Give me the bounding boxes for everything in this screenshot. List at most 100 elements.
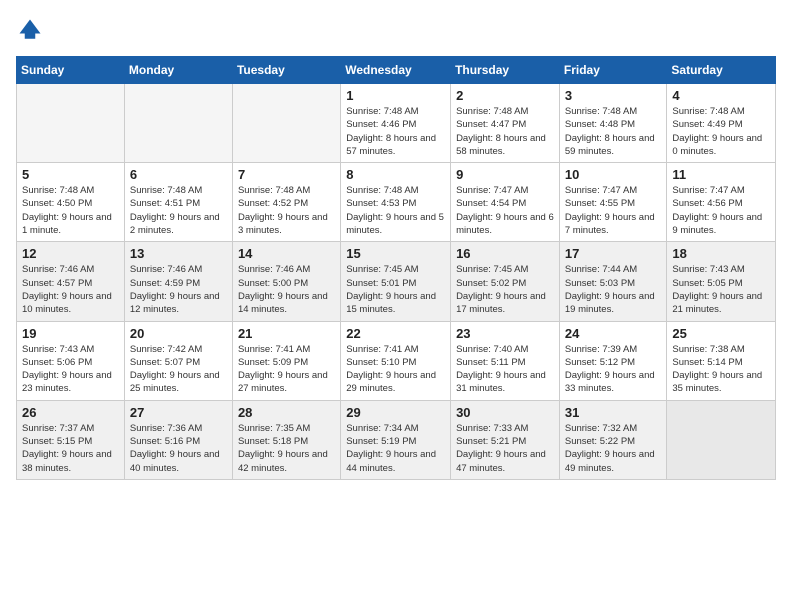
day-cell: 25 Sunrise: 7:38 AM Sunset: 5:14 PM Dayli… (667, 321, 776, 400)
day-number: 25 (672, 326, 770, 341)
day-number: 17 (565, 246, 662, 261)
day-number: 4 (672, 88, 770, 103)
weekday-header-tuesday: Tuesday (232, 57, 340, 84)
day-number: 28 (238, 405, 335, 420)
day-info: Sunrise: 7:39 AM Sunset: 5:12 PM Dayligh… (565, 343, 662, 396)
day-info: Sunrise: 7:46 AM Sunset: 5:00 PM Dayligh… (238, 263, 335, 316)
day-cell: 31 Sunrise: 7:32 AM Sunset: 5:22 PM Dayli… (559, 400, 667, 479)
weekday-header-sunday: Sunday (17, 57, 125, 84)
day-cell: 8 Sunrise: 7:48 AM Sunset: 4:53 PM Daylig… (341, 163, 451, 242)
day-number: 26 (22, 405, 119, 420)
day-cell: 21 Sunrise: 7:41 AM Sunset: 5:09 PM Dayli… (232, 321, 340, 400)
day-cell: 19 Sunrise: 7:43 AM Sunset: 5:06 PM Dayli… (17, 321, 125, 400)
day-cell: 15 Sunrise: 7:45 AM Sunset: 5:01 PM Dayli… (341, 242, 451, 321)
day-cell: 18Sunrise: 7:43 AM Sunset: 5:05 PM Dayli… (667, 242, 776, 321)
weekday-header-wednesday: Wednesday (341, 57, 451, 84)
day-number: 10 (565, 167, 662, 182)
day-number: 14 (238, 246, 335, 261)
weekday-header-row: SundayMondayTuesdayWednesdayThursdayFrid… (17, 57, 776, 84)
day-cell: 27Sunrise: 7:36 AM Sunset: 5:16 PM Dayli… (124, 400, 232, 479)
day-cell: 12Sunrise: 7:46 AM Sunset: 4:57 PM Dayli… (17, 242, 125, 321)
day-cell: 2 Sunrise: 7:48 AM Sunset: 4:47 PM Daylig… (451, 84, 560, 163)
day-number: 29 (346, 405, 445, 420)
day-cell: 29 Sunrise: 7:34 AM Sunset: 5:19 PM Dayli… (341, 400, 451, 479)
day-info: Sunrise: 7:36 AM Sunset: 5:16 PM Dayligh… (130, 422, 227, 475)
day-number: 16 (456, 246, 554, 261)
day-number: 9 (456, 167, 554, 182)
day-info: Sunrise: 7:45 AM Sunset: 5:02 PM Dayligh… (456, 263, 554, 316)
day-number: 2 (456, 88, 554, 103)
day-info: Sunrise: 7:46 AM Sunset: 4:57 PM Dayligh… (22, 263, 119, 316)
day-number: 19 (22, 326, 119, 341)
day-cell: 14 Sunrise: 7:46 AM Sunset: 5:00 PM Dayli… (232, 242, 340, 321)
day-number: 30 (456, 405, 554, 420)
day-info: Sunrise: 7:38 AM Sunset: 5:14 PM Dayligh… (672, 343, 770, 396)
day-cell: 5 Sunrise: 7:48 AM Sunset: 4:50 PM Daylig… (17, 163, 125, 242)
day-number: 8 (346, 167, 445, 182)
day-info: Sunrise: 7:48 AM Sunset: 4:47 PM Dayligh… (456, 105, 554, 158)
day-info: Sunrise: 7:47 AM Sunset: 4:54 PM Dayligh… (456, 184, 554, 237)
day-info: Sunrise: 7:48 AM Sunset: 4:52 PM Dayligh… (238, 184, 335, 237)
day-number: 23 (456, 326, 554, 341)
day-cell (17, 84, 125, 163)
day-info: Sunrise: 7:41 AM Sunset: 5:09 PM Dayligh… (238, 343, 335, 396)
week-row-4: 26 Sunrise: 7:37 AM Sunset: 5:15 PM Dayli… (17, 400, 776, 479)
week-row-1: 5 Sunrise: 7:48 AM Sunset: 4:50 PM Daylig… (17, 163, 776, 242)
day-cell: 7 Sunrise: 7:48 AM Sunset: 4:52 PM Daylig… (232, 163, 340, 242)
day-cell (232, 84, 340, 163)
day-info: Sunrise: 7:44 AM Sunset: 5:03 PM Dayligh… (565, 263, 662, 316)
day-info: Sunrise: 7:41 AM Sunset: 5:10 PM Dayligh… (346, 343, 445, 396)
day-number: 1 (346, 88, 445, 103)
day-cell (124, 84, 232, 163)
week-row-0: 1 Sunrise: 7:48 AM Sunset: 4:46 PM Daylig… (17, 84, 776, 163)
day-info: Sunrise: 7:48 AM Sunset: 4:50 PM Dayligh… (22, 184, 119, 237)
day-number: 31 (565, 405, 662, 420)
weekday-header-saturday: Saturday (667, 57, 776, 84)
weekday-header-friday: Friday (559, 57, 667, 84)
day-info: Sunrise: 7:34 AM Sunset: 5:19 PM Dayligh… (346, 422, 445, 475)
logo-icon (16, 16, 44, 44)
week-row-2: 12Sunrise: 7:46 AM Sunset: 4:57 PM Dayli… (17, 242, 776, 321)
day-info: Sunrise: 7:43 AM Sunset: 5:05 PM Dayligh… (672, 263, 770, 316)
day-cell: 11Sunrise: 7:47 AM Sunset: 4:56 PM Dayli… (667, 163, 776, 242)
day-number: 15 (346, 246, 445, 261)
day-cell: 24Sunrise: 7:39 AM Sunset: 5:12 PM Dayli… (559, 321, 667, 400)
day-cell: 3 Sunrise: 7:48 AM Sunset: 4:48 PM Daylig… (559, 84, 667, 163)
day-number: 7 (238, 167, 335, 182)
day-info: Sunrise: 7:43 AM Sunset: 5:06 PM Dayligh… (22, 343, 119, 396)
day-cell: 1 Sunrise: 7:48 AM Sunset: 4:46 PM Daylig… (341, 84, 451, 163)
day-number: 13 (130, 246, 227, 261)
day-cell: 6Sunrise: 7:48 AM Sunset: 4:51 PM Daylig… (124, 163, 232, 242)
day-cell: 10 Sunrise: 7:47 AM Sunset: 4:55 PM Dayli… (559, 163, 667, 242)
day-number: 6 (130, 167, 227, 182)
day-number: 3 (565, 88, 662, 103)
day-info: Sunrise: 7:47 AM Sunset: 4:55 PM Dayligh… (565, 184, 662, 237)
day-info: Sunrise: 7:32 AM Sunset: 5:22 PM Dayligh… (565, 422, 662, 475)
day-number: 22 (346, 326, 445, 341)
day-cell: 30 Sunrise: 7:33 AM Sunset: 5:21 PM Dayli… (451, 400, 560, 479)
day-cell: 23 Sunrise: 7:40 AM Sunset: 5:11 PM Dayli… (451, 321, 560, 400)
page-header (16, 16, 776, 44)
day-number: 21 (238, 326, 335, 341)
day-number: 5 (22, 167, 119, 182)
day-info: Sunrise: 7:48 AM Sunset: 4:48 PM Dayligh… (565, 105, 662, 158)
weekday-header-monday: Monday (124, 57, 232, 84)
day-cell (667, 400, 776, 479)
day-cell: 13Sunrise: 7:46 AM Sunset: 4:59 PM Dayli… (124, 242, 232, 321)
week-row-3: 19 Sunrise: 7:43 AM Sunset: 5:06 PM Dayli… (17, 321, 776, 400)
day-info: Sunrise: 7:42 AM Sunset: 5:07 PM Dayligh… (130, 343, 227, 396)
day-info: Sunrise: 7:35 AM Sunset: 5:18 PM Dayligh… (238, 422, 335, 475)
day-cell: 22 Sunrise: 7:41 AM Sunset: 5:10 PM Dayli… (341, 321, 451, 400)
day-cell: 26 Sunrise: 7:37 AM Sunset: 5:15 PM Dayli… (17, 400, 125, 479)
day-info: Sunrise: 7:48 AM Sunset: 4:49 PM Dayligh… (672, 105, 770, 158)
day-info: Sunrise: 7:48 AM Sunset: 4:53 PM Dayligh… (346, 184, 445, 237)
day-number: 20 (130, 326, 227, 341)
calendar: SundayMondayTuesdayWednesdayThursdayFrid… (16, 56, 776, 480)
day-info: Sunrise: 7:48 AM Sunset: 4:46 PM Dayligh… (346, 105, 445, 158)
day-info: Sunrise: 7:45 AM Sunset: 5:01 PM Dayligh… (346, 263, 445, 316)
day-info: Sunrise: 7:33 AM Sunset: 5:21 PM Dayligh… (456, 422, 554, 475)
day-cell: 20 Sunrise: 7:42 AM Sunset: 5:07 PM Dayli… (124, 321, 232, 400)
day-info: Sunrise: 7:37 AM Sunset: 5:15 PM Dayligh… (22, 422, 119, 475)
day-info: Sunrise: 7:40 AM Sunset: 5:11 PM Dayligh… (456, 343, 554, 396)
day-cell: 17 Sunrise: 7:44 AM Sunset: 5:03 PM Dayli… (559, 242, 667, 321)
